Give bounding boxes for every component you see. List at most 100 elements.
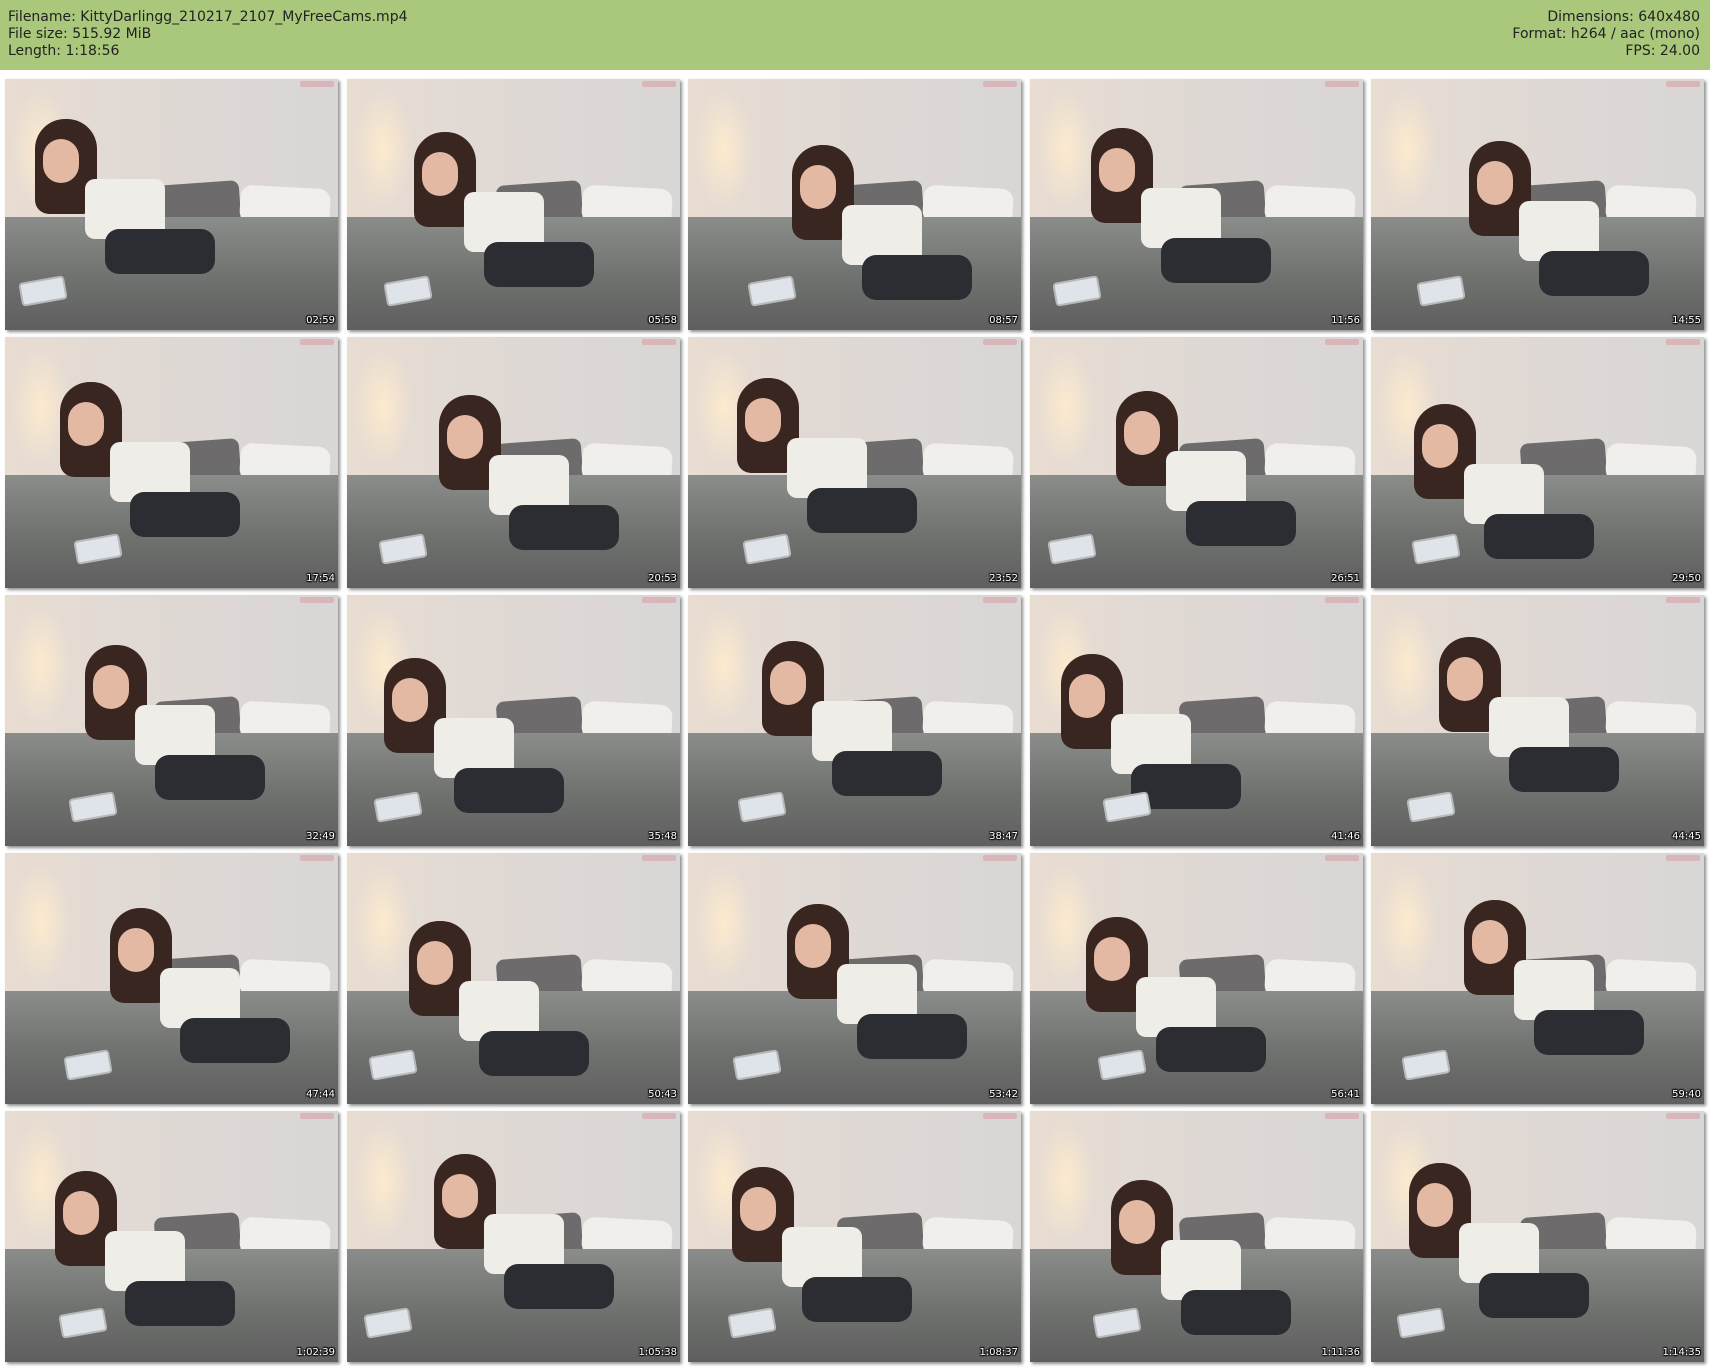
person-face (1417, 1183, 1453, 1227)
thumbnail-timestamp: 26:51 (1331, 573, 1360, 584)
watermark (1666, 855, 1700, 861)
thumbnail-timestamp: 23:52 (989, 573, 1018, 584)
thumbnail-person (50, 372, 240, 562)
video-thumbnail[interactable]: 56:41 (1030, 853, 1363, 1104)
thumbnail-timestamp: 56:41 (1331, 1089, 1360, 1100)
person-pants (1186, 501, 1296, 546)
filename-text: Filename: KittyDarlingg_210217_2107_MyFr… (8, 9, 408, 25)
person-face (1094, 937, 1130, 981)
person-face (43, 139, 79, 183)
format-text: Format: h264 / aac (mono) (1512, 26, 1700, 42)
person-face (740, 1187, 776, 1231)
thumbnail-person (1106, 381, 1296, 571)
person-pants (484, 242, 594, 287)
video-thumbnail[interactable]: 14:55 (1371, 79, 1704, 330)
watermark (642, 597, 676, 603)
thumbnail-person (25, 109, 215, 299)
thumbnail-timestamp: 41:46 (1331, 831, 1360, 842)
watermark (642, 81, 676, 87)
video-thumbnail[interactable]: 17:54 (5, 337, 338, 588)
thumbnail-timestamp: 44:45 (1672, 831, 1701, 842)
video-thumbnail[interactable]: 05:58 (347, 79, 680, 330)
person-face (93, 665, 129, 709)
person-face (1472, 920, 1508, 964)
watermark (642, 339, 676, 345)
video-thumbnail[interactable]: 44:45 (1371, 595, 1704, 846)
file-info-header: Filename: KittyDarlingg_210217_2107_MyFr… (0, 0, 1710, 70)
video-thumbnail[interactable]: 38:47 (688, 595, 1021, 846)
thumbnail-lamp-glow (1036, 347, 1096, 467)
person-face (422, 152, 458, 196)
watermark (983, 597, 1017, 603)
person-face (447, 415, 483, 459)
thumbnail-lamp-glow (353, 1121, 413, 1241)
thumbnail-timestamp: 53:42 (989, 1089, 1018, 1100)
video-thumbnail[interactable]: 59:40 (1371, 853, 1704, 1104)
watermark (1325, 339, 1359, 345)
video-thumbnail[interactable]: 1:11:36 (1030, 1111, 1363, 1362)
person-pants (454, 768, 564, 813)
thumbnail-lamp-glow (1377, 863, 1437, 983)
person-face (63, 1191, 99, 1235)
watermark (1666, 339, 1700, 345)
person-pants (180, 1018, 290, 1063)
video-thumbnail[interactable]: 29:50 (1371, 337, 1704, 588)
watermark (1325, 1113, 1359, 1119)
person-pants (1484, 514, 1594, 559)
video-thumbnail[interactable]: 41:46 (1030, 595, 1363, 846)
thumbnail-lamp-glow (1036, 1121, 1096, 1241)
video-thumbnail[interactable]: 1:05:38 (347, 1111, 680, 1362)
dimensions-text: Dimensions: 640x480 (1547, 9, 1700, 25)
fps-text: FPS: 24.00 (1625, 43, 1700, 59)
thumbnail-person (1454, 890, 1644, 1080)
thumbnail-lamp-glow (694, 89, 754, 209)
person-face (1422, 424, 1458, 468)
thumbnail-person (424, 1144, 614, 1334)
person-pants (862, 255, 972, 300)
thumbnail-timestamp: 47:44 (306, 1089, 335, 1100)
video-thumbnail[interactable]: 23:52 (688, 337, 1021, 588)
person-pants (1479, 1273, 1589, 1318)
thumbnail-person (1459, 131, 1649, 321)
watermark (300, 1113, 334, 1119)
video-thumbnail[interactable]: 1:14:35 (1371, 1111, 1704, 1362)
person-pants (504, 1264, 614, 1309)
watermark (300, 597, 334, 603)
video-thumbnail[interactable]: 11:56 (1030, 79, 1363, 330)
thumbnail-timestamp: 17:54 (306, 573, 335, 584)
video-thumbnail[interactable]: 47:44 (5, 853, 338, 1104)
person-pants (832, 751, 942, 796)
video-thumbnail[interactable]: 50:43 (347, 853, 680, 1104)
length-text: Length: 1:18:56 (8, 43, 120, 59)
video-thumbnail[interactable]: 35:48 (347, 595, 680, 846)
video-thumbnail[interactable]: 08:57 (688, 79, 1021, 330)
thumbnail-timestamp: 05:58 (648, 315, 677, 326)
thumbnail-lamp-glow (11, 605, 71, 725)
watermark (1666, 81, 1700, 87)
person-face (442, 1174, 478, 1218)
thumbnail-timestamp: 11:56 (1331, 315, 1360, 326)
video-thumbnail[interactable]: 20:53 (347, 337, 680, 588)
person-pants (1534, 1010, 1644, 1055)
person-pants (105, 229, 215, 274)
person-pants (509, 505, 619, 550)
video-thumbnail[interactable]: 26:51 (1030, 337, 1363, 588)
thumbnail-grid: 02:59 05:58 08:57 11:56 14:55 17:54 20:53 23:52… (5, 79, 1705, 1365)
person-face (1477, 161, 1513, 205)
video-thumbnail[interactable]: 53:42 (688, 853, 1021, 1104)
person-pants (479, 1031, 589, 1076)
thumbnail-lamp-glow (694, 605, 754, 725)
watermark (642, 855, 676, 861)
person-pants (1509, 747, 1619, 792)
watermark (983, 855, 1017, 861)
person-pants (125, 1281, 235, 1326)
video-thumbnail[interactable]: 1:08:37 (688, 1111, 1021, 1362)
video-thumbnail[interactable]: 32:49 (5, 595, 338, 846)
video-thumbnail[interactable]: 1:02:39 (5, 1111, 338, 1362)
person-face (1099, 148, 1135, 192)
person-face (417, 941, 453, 985)
video-thumbnail[interactable]: 02:59 (5, 79, 338, 330)
person-pants (802, 1277, 912, 1322)
person-face (118, 928, 154, 972)
thumbnail-timestamp: 08:57 (989, 315, 1018, 326)
